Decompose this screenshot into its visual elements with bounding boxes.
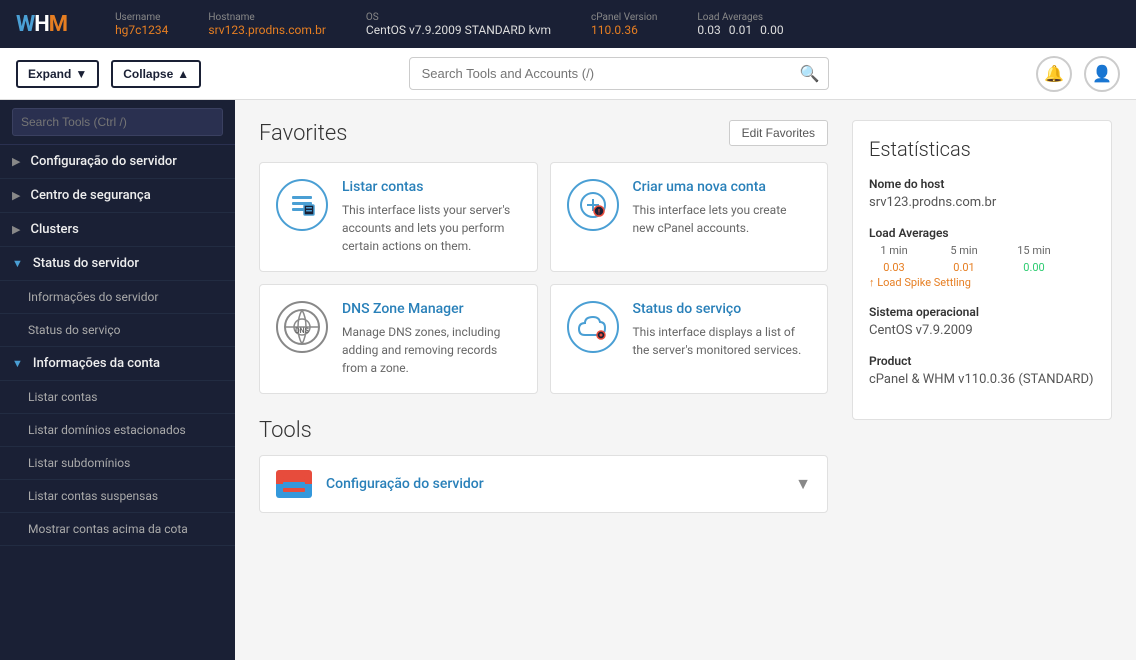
sidebar-item-seguranca[interactable]: ▶ Centro de segurança bbox=[0, 179, 235, 213]
fav-card-criar-conta[interactable]: ! Criar uma nova conta This interface le… bbox=[550, 162, 829, 272]
sidebar-item-listar-suspensas[interactable]: Listar contas suspensas bbox=[0, 480, 235, 513]
notifications-button[interactable]: 🔔 bbox=[1036, 56, 1072, 92]
sidebar-item-label: Status do serviço bbox=[28, 323, 120, 337]
stat-product: Product cPanel & WHM v110.0.36 (STANDARD… bbox=[869, 354, 1095, 387]
stats-sidebar: Estatísticas Nome do host srv123.prodns.… bbox=[852, 120, 1112, 640]
sidebar-item-label: Status do servidor bbox=[33, 256, 139, 271]
fav-title: DNS Zone Manager bbox=[342, 301, 521, 317]
load-1min-label: 1 min bbox=[869, 244, 919, 257]
edit-favorites-button[interactable]: Edit Favorites bbox=[729, 120, 828, 146]
search-icon[interactable]: 🔍 bbox=[800, 64, 820, 84]
sidebar-item-listar-dominios[interactable]: Listar domínios estacionados bbox=[0, 414, 235, 447]
fav-description: Manage DNS zones, including adding and r… bbox=[342, 323, 521, 377]
sidebar-item-label: Listar contas bbox=[28, 390, 97, 404]
stat-hostname: Nome do host srv123.prodns.com.br bbox=[869, 177, 1095, 210]
fav-description: This interface lets you create new cPane… bbox=[633, 201, 812, 237]
fav-title: Status do serviço bbox=[633, 301, 812, 317]
logo: WHM bbox=[16, 12, 67, 37]
sidebar-item-info-conta[interactable]: ▼ Informações da conta bbox=[0, 347, 235, 381]
sidebar-item-mostrar-cota[interactable]: Mostrar contas acima da cota bbox=[0, 513, 235, 546]
os-meta: OS CentOS v7.9.2009 STANDARD kvm bbox=[366, 12, 551, 37]
sidebar-item-label: Clusters bbox=[30, 222, 78, 237]
fav-title: Criar uma nova conta bbox=[633, 179, 812, 195]
hostname-meta: Hostname srv123.prodns.com.br bbox=[208, 12, 325, 37]
second-bar: Expand ▼ Collapse ▲ 🔍 🔔 👤 bbox=[0, 48, 1136, 100]
load-5min-value: 0.01 bbox=[939, 261, 989, 274]
sidebar-item-label: Listar domínios estacionados bbox=[28, 423, 186, 437]
load-meta: Load Averages 0.03 0.01 0.00 bbox=[697, 12, 783, 37]
fav-card-status-servico[interactable]: Status do serviço This interface display… bbox=[550, 284, 829, 394]
sidebar-item-label: Informações do servidor bbox=[28, 290, 158, 304]
expand-button[interactable]: Expand ▼ bbox=[16, 60, 99, 88]
load-15min-label: 15 min bbox=[1009, 244, 1059, 257]
cloud-icon bbox=[567, 301, 619, 353]
stats-title: Estatísticas bbox=[869, 137, 1095, 161]
sidebar-item-listar-subdominios[interactable]: Listar subdomínios bbox=[0, 447, 235, 480]
fav-card-dns[interactable]: DNS DNS Zone Manager Manage DNS zones, i… bbox=[259, 284, 538, 394]
top-bar-meta: Username hg7c1234 Hostname srv123.prodns… bbox=[115, 12, 1120, 37]
favorites-grid: Listar contas This interface lists your … bbox=[259, 162, 828, 394]
content-main: Favorites Edit Favorites bbox=[259, 120, 828, 640]
top-bar: WHM Username hg7c1234 Hostname srv123.pr… bbox=[0, 0, 1136, 48]
sidebar-item-clusters[interactable]: ▶ Clusters bbox=[0, 213, 235, 247]
tools-section: Tools Configuração do servidor ▼ bbox=[259, 418, 828, 513]
sidebar-item-label: Configuração do servidor bbox=[30, 154, 176, 169]
load-spike: ↑ Load Spike Settling bbox=[869, 276, 1095, 289]
arrow-icon: ▼ bbox=[12, 257, 23, 270]
sidebar-search-container bbox=[0, 100, 235, 145]
load-5min-label: 5 min bbox=[939, 244, 989, 257]
expand-icon: ▼ bbox=[795, 474, 811, 494]
sidebar-item-label: Mostrar contas acima da cota bbox=[28, 522, 188, 536]
add-icon: ! bbox=[567, 179, 619, 231]
favorites-title: Favorites bbox=[259, 121, 347, 146]
fav-description: This interface lists your server's accou… bbox=[342, 201, 521, 255]
fav-content: Listar contas This interface lists your … bbox=[342, 179, 521, 255]
tools-title: Tools bbox=[259, 418, 828, 443]
fav-title: Listar contas bbox=[342, 179, 521, 195]
fav-content: Criar uma nova conta This interface lets… bbox=[633, 179, 812, 255]
search-bar-container: 🔍 bbox=[213, 57, 1024, 90]
load-1min-value: 0.03 bbox=[869, 261, 919, 274]
tools-card-label: Configuração do servidor bbox=[326, 476, 484, 492]
stat-load: Load Averages 1 min 5 min 15 min 0.03 0.… bbox=[869, 226, 1095, 289]
arrow-icon: ▶ bbox=[12, 223, 20, 236]
cpanel-meta: cPanel Version 110.0.36 bbox=[591, 12, 657, 37]
load-15min-value: 0.00 bbox=[1009, 261, 1059, 274]
dns-icon: DNS bbox=[276, 301, 328, 353]
sidebar-item-configuracao[interactable]: ▶ Configuração do servidor bbox=[0, 145, 235, 179]
sidebar: ▶ Configuração do servidor ▶ Centro de s… bbox=[0, 100, 235, 660]
username-meta: Username hg7c1234 bbox=[115, 12, 168, 37]
sidebar-item-status-servico-sub[interactable]: Status do serviço bbox=[0, 314, 235, 347]
sidebar-item-info-servidor[interactable]: Informações do servidor bbox=[0, 281, 235, 314]
fav-content: Status do serviço This interface display… bbox=[633, 301, 812, 377]
svg-text:DNS: DNS bbox=[295, 327, 309, 335]
search-input[interactable] bbox=[418, 58, 800, 89]
content: Favorites Edit Favorites bbox=[235, 100, 1136, 660]
search-bar: 🔍 bbox=[409, 57, 829, 90]
stat-os: Sistema operacional CentOS v7.9.2009 bbox=[869, 305, 1095, 338]
sidebar-item-label: Centro de segurança bbox=[30, 188, 150, 203]
sidebar-item-label: Listar subdomínios bbox=[28, 456, 130, 470]
main-layout: ▶ Configuração do servidor ▶ Centro de s… bbox=[0, 100, 1136, 660]
sidebar-item-label: Informações da conta bbox=[33, 356, 160, 371]
stats-panel: Estatísticas Nome do host srv123.prodns.… bbox=[852, 120, 1112, 420]
sidebar-scroll: ▶ Configuração do servidor ▶ Centro de s… bbox=[0, 145, 235, 660]
sidebar-item-listar-contas[interactable]: Listar contas bbox=[0, 381, 235, 414]
arrow-icon: ▶ bbox=[12, 189, 20, 202]
arrow-icon: ▶ bbox=[12, 155, 20, 168]
sidebar-item-status-servidor[interactable]: ▼ Status do servidor bbox=[0, 247, 235, 281]
user-profile-button[interactable]: 👤 bbox=[1084, 56, 1120, 92]
arrow-icon: ▼ bbox=[12, 357, 23, 370]
sidebar-item-label: Listar contas suspensas bbox=[28, 489, 158, 503]
collapse-button[interactable]: Collapse ▲ bbox=[111, 60, 201, 88]
list-icon bbox=[276, 179, 328, 231]
server-config-icon bbox=[276, 470, 312, 498]
fav-content: DNS Zone Manager Manage DNS zones, inclu… bbox=[342, 301, 521, 377]
tools-card-configuracao[interactable]: Configuração do servidor ▼ bbox=[259, 455, 828, 513]
svg-text:!: ! bbox=[598, 209, 600, 217]
favorites-header: Favorites Edit Favorites bbox=[259, 120, 828, 146]
sidebar-search-input[interactable] bbox=[12, 108, 223, 136]
fav-description: This interface displays a list of the se… bbox=[633, 323, 812, 359]
fav-card-listar-contas[interactable]: Listar contas This interface lists your … bbox=[259, 162, 538, 272]
